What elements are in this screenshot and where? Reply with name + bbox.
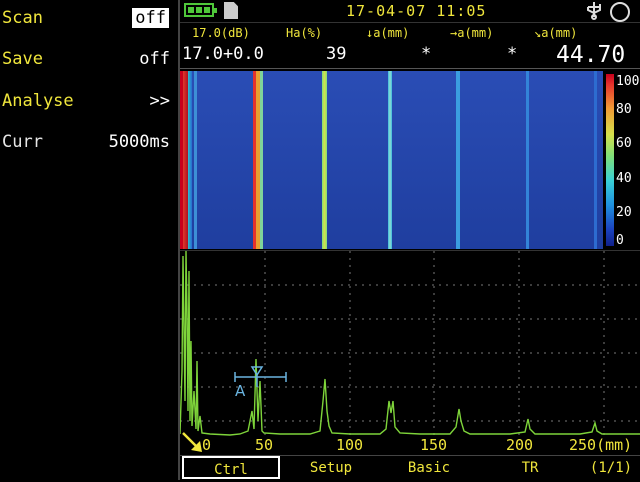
readout-ha: 39 — [326, 44, 347, 64]
bottom-tab-bar: Ctrl Setup Basic TR (1/1) — [180, 455, 640, 481]
datetime: 17-04-07 11:05 — [346, 2, 487, 20]
readout-header-depth: ↓a(mm) — [366, 26, 410, 40]
menu-label-analyse: Analyse — [2, 91, 74, 111]
ascan-trace — [180, 251, 640, 436]
menu-value-save[interactable]: off — [139, 49, 170, 69]
ascan-grid — [180, 251, 640, 437]
tab-ctrl[interactable]: Ctrl — [182, 456, 280, 479]
ascan-waveform: A — [180, 250, 640, 437]
menu-label-save: Save — [2, 49, 43, 69]
x-axis-tick: 200 — [506, 436, 534, 454]
menu-value-scan[interactable]: off — [132, 8, 169, 28]
menu-item-analyse[interactable]: Analyse >> — [0, 87, 178, 117]
bscan-image — [180, 71, 603, 249]
readout-surface: * — [507, 44, 518, 64]
readout-header-path: ↘a(mm) — [534, 26, 578, 40]
color-scale-bar — [606, 74, 614, 246]
x-axis-tick: 0 — [202, 436, 212, 454]
scale-tick: 60 — [616, 136, 632, 151]
usb-icon — [587, 2, 601, 20]
status-bar: 17-04-07 11:05 — [180, 0, 640, 23]
readout-depth: * — [421, 44, 432, 64]
readout-path: 44.70 — [556, 42, 626, 68]
menu-label-curr: Curr — [2, 132, 43, 152]
menu-item-scan[interactable]: Scan off — [0, 4, 178, 34]
side-menu: Scan off Save off Analyse >> Curr 5000ms — [0, 0, 178, 480]
readout-divider — [180, 68, 640, 69]
menu-value-analyse[interactable]: >> — [150, 91, 170, 111]
scale-tick: 20 — [616, 205, 632, 220]
tab-page-indicator[interactable]: (1/1) — [584, 456, 638, 479]
menu-value-curr[interactable]: 5000ms — [109, 132, 170, 152]
x-axis-tick: 100 — [336, 436, 364, 454]
battery-icon — [184, 3, 217, 17]
tab-tr[interactable]: TR — [480, 456, 580, 479]
readout-header-surface: →a(mm) — [450, 26, 494, 40]
tab-setup[interactable]: Setup — [284, 456, 378, 479]
readout-header: 17.0(dB) Ha(%) ↓a(mm) →a(mm) ↘a(mm) — [180, 24, 640, 42]
sd-card-icon — [224, 2, 238, 19]
menu-label-scan: Scan — [2, 8, 43, 28]
x-axis-tick: 150 — [420, 436, 448, 454]
circle-icon[interactable] — [610, 2, 630, 22]
menu-item-curr[interactable]: Curr 5000ms — [0, 128, 178, 158]
tab-basic[interactable]: Basic — [382, 456, 476, 479]
scale-tick: 0 — [616, 233, 624, 248]
readout-header-ha: Ha(%) — [286, 26, 323, 40]
x-axis-tick: 250(mm) — [569, 436, 633, 454]
menu-item-save[interactable]: Save off — [0, 45, 178, 75]
cursor-arrow-icon — [182, 432, 202, 452]
x-axis-tick: 50 — [255, 436, 274, 454]
gate-label: A — [235, 382, 246, 400]
scale-tick: 100 — [616, 74, 640, 89]
scale-tick: 40 — [616, 171, 632, 186]
readout-gain: 17.0+0.0 — [182, 44, 264, 64]
scale-tick: 80 — [616, 102, 632, 117]
readout-header-gain: 17.0(dB) — [192, 26, 250, 40]
